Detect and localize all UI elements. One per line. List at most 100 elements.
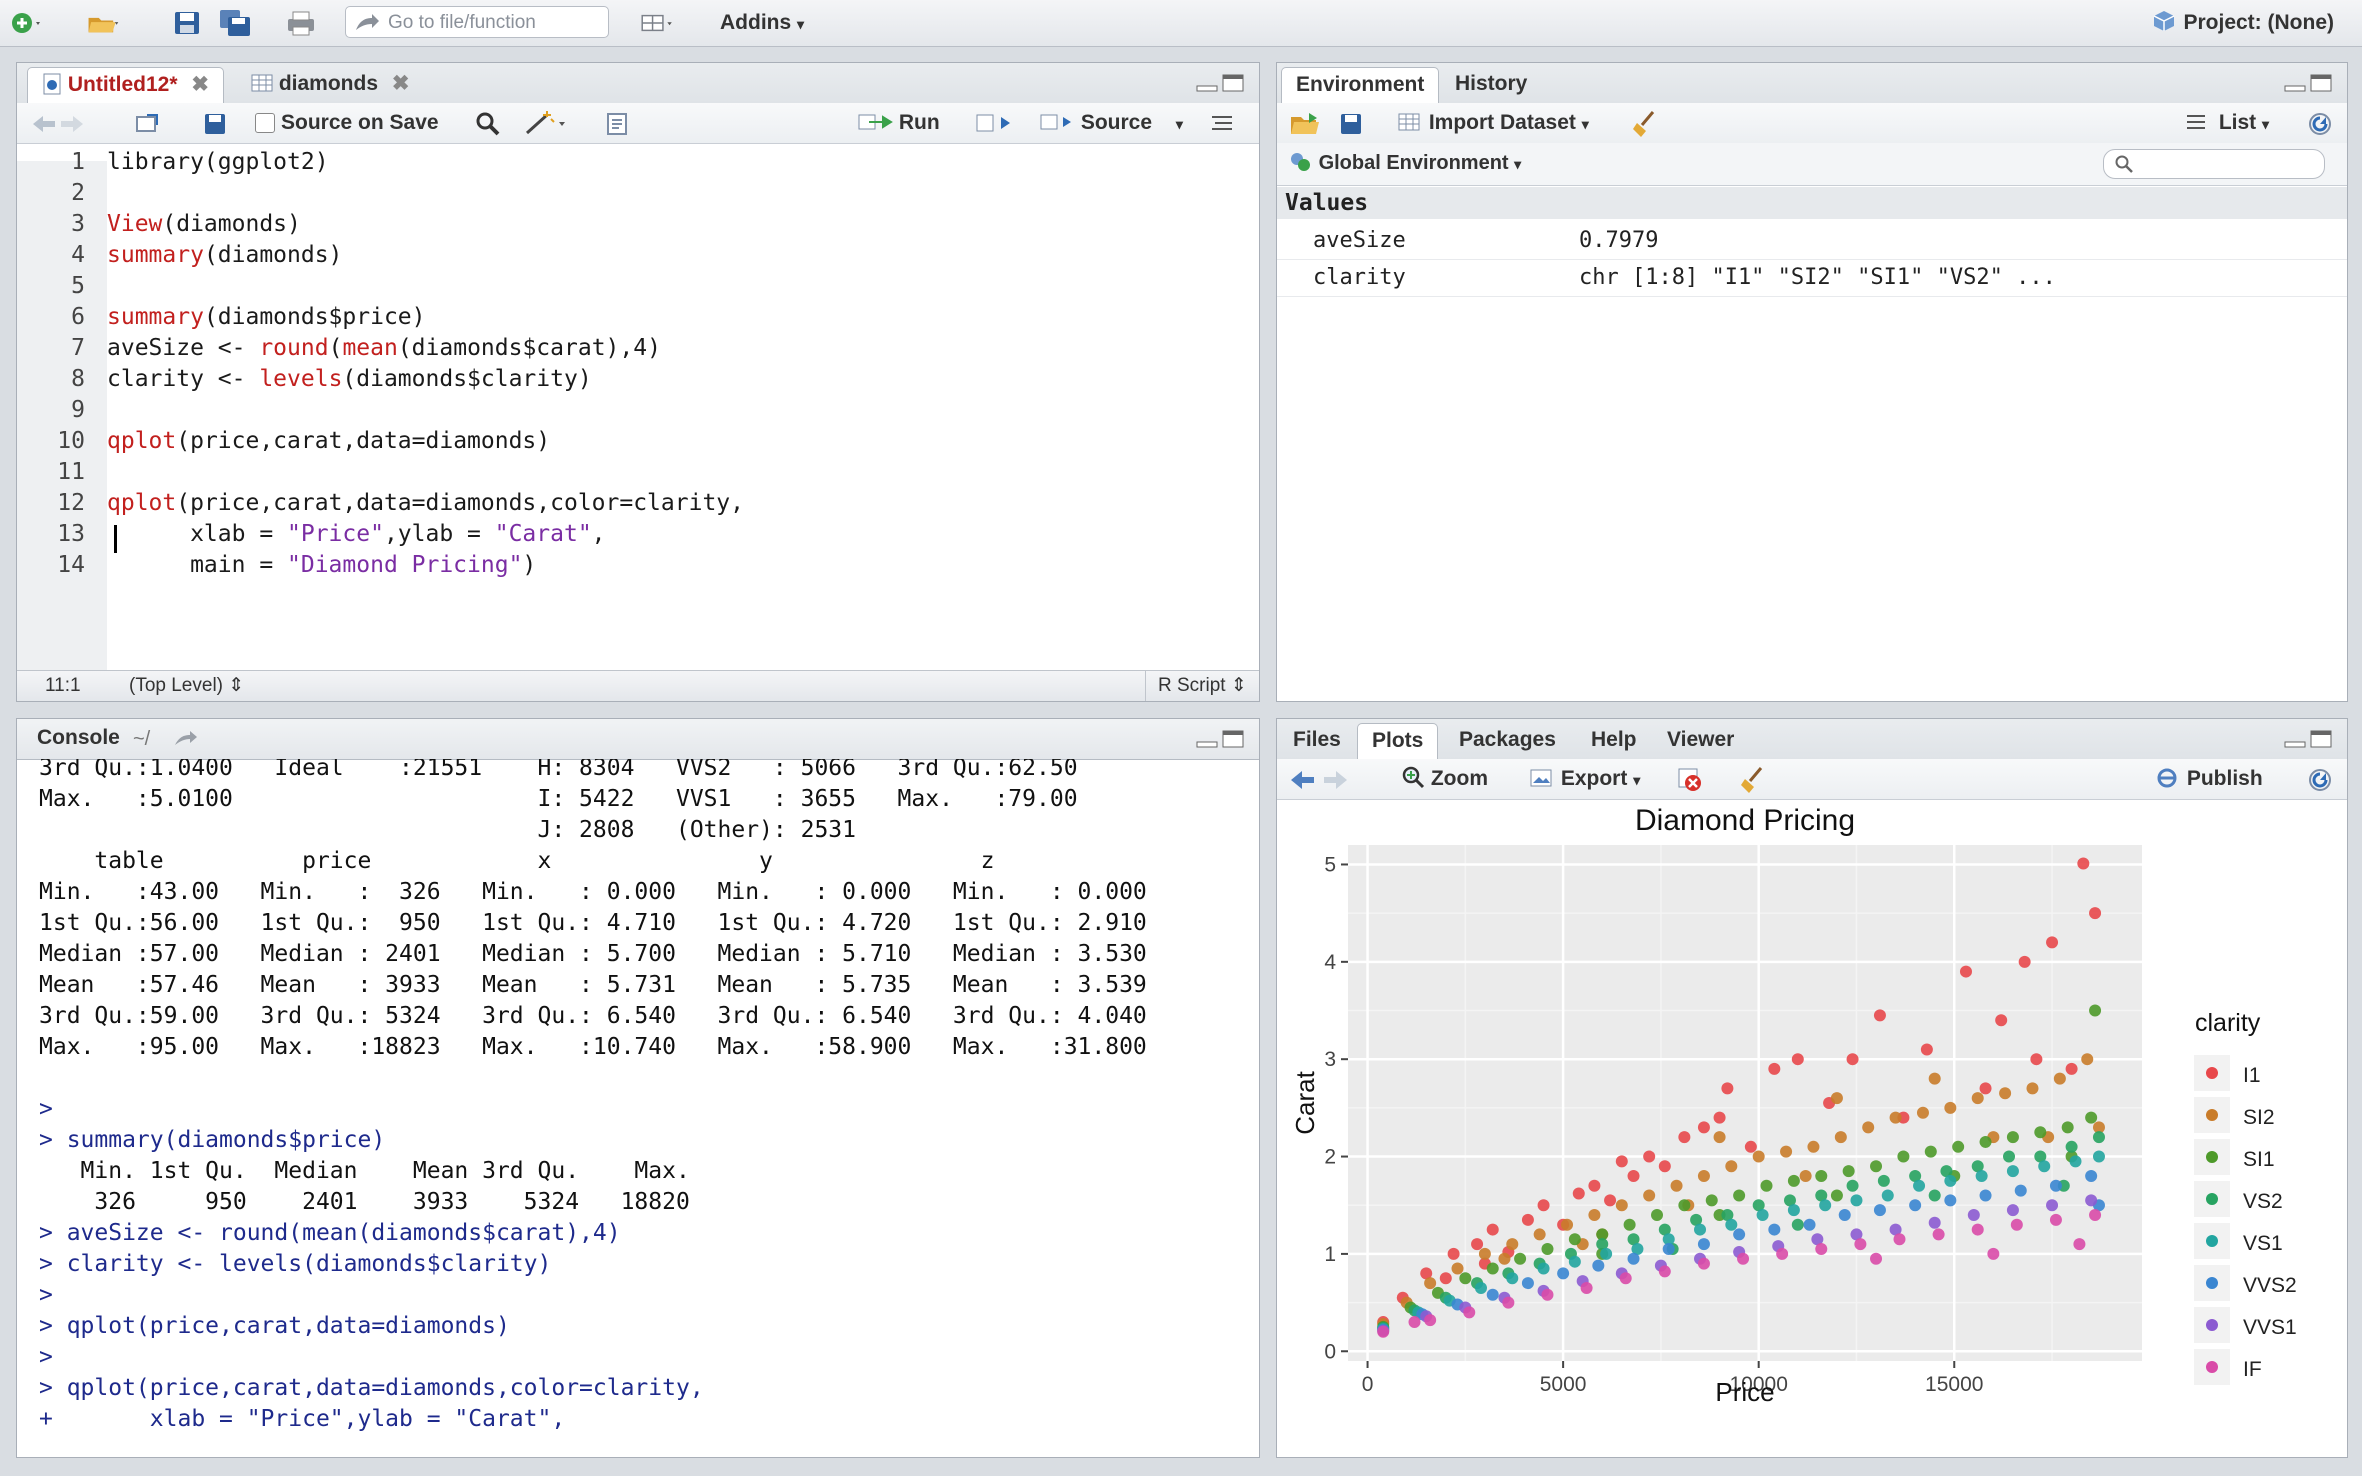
code-line[interactable]: 3 View(diamonds): [17, 209, 1259, 240]
data-point: [1486, 1288, 1499, 1301]
outline-menu-icon[interactable]: [1209, 113, 1235, 133]
project-label: Project: (None): [2183, 11, 2334, 34]
print-icon[interactable]: [284, 8, 318, 38]
save-icon[interactable]: [170, 8, 204, 38]
project-menu[interactable]: Project: (None): [2151, 8, 2334, 38]
window-controls-icon[interactable]: [1195, 73, 1247, 95]
environment-search-input[interactable]: [2103, 149, 2325, 179]
export-button[interactable]: Export ▾: [1529, 759, 1640, 800]
code-tools-wand-icon[interactable]: [523, 109, 569, 137]
save-all-icon[interactable]: [218, 8, 252, 38]
code-token: ): [522, 552, 537, 578]
data-point: [1678, 1199, 1691, 1212]
load-workspace-icon[interactable]: [1289, 111, 1323, 137]
go-to-file-input[interactable]: Go to file/function: [345, 6, 609, 38]
console-path: ~/: [133, 728, 151, 750]
back-forward-icon[interactable]: [31, 113, 85, 135]
data-point: [1791, 1218, 1804, 1231]
plot-back-forward-icon[interactable]: [1289, 769, 1349, 791]
remove-plot-icon[interactable]: [1677, 767, 1705, 793]
code-line[interactable]: 13 xlab = "Price",ylab = "Carat",: [17, 519, 1259, 550]
tab-diamonds[interactable]: diamonds ✖: [237, 67, 423, 103]
data-point: [1870, 1252, 1883, 1265]
chevron-down-icon[interactable]: ▾: [1176, 116, 1183, 132]
close-icon[interactable]: ✖: [191, 73, 209, 96]
code-line[interactable]: 4 summary(diamonds): [17, 240, 1259, 271]
window-controls-icon[interactable]: [1195, 729, 1247, 751]
code-line[interactable]: 5: [17, 271, 1259, 302]
code-line[interactable]: 11: [17, 457, 1259, 488]
publish-button[interactable]: Publish: [2153, 759, 2263, 799]
tab-help[interactable]: Help: [1577, 723, 1651, 759]
grid-layout-icon[interactable]: [640, 8, 674, 38]
code-line[interactable]: 9: [17, 395, 1259, 426]
code-line[interactable]: 10 qplot(price,carat,data=diamonds): [17, 426, 1259, 457]
zoom-button[interactable]: Zoom: [1401, 759, 1488, 799]
code-line[interactable]: 8 clarity <- levels(diamonds$clarity): [17, 364, 1259, 395]
show-in-window-icon[interactable]: [135, 111, 161, 135]
refresh-icon[interactable]: [2307, 767, 2333, 793]
close-icon[interactable]: ✖: [392, 72, 410, 95]
code-line[interactable]: 12 qplot(price,carat,data=diamonds,color=…: [17, 488, 1259, 519]
y-tick-label: 1: [1324, 1243, 1336, 1266]
code-token: (: [328, 335, 343, 361]
clear-plots-broom-icon[interactable]: [1737, 765, 1767, 795]
tab-label: diamonds: [278, 72, 379, 95]
import-dataset-button[interactable]: Import Dataset ▾: [1397, 103, 1589, 144]
source-button[interactable]: Source ▾: [1039, 103, 1183, 144]
code-area[interactable]: 1 library(ggplot2) 2 3 View(diamonds) 4 summar…: [17, 147, 1259, 671]
code-line[interactable]: 14 main = "Diamond Pricing"): [17, 550, 1259, 581]
chevron-down-icon: ▾: [797, 16, 805, 32]
tab-environment[interactable]: Environment: [1281, 67, 1440, 103]
rerun-icon[interactable]: [975, 111, 1013, 135]
window-controls-icon[interactable]: [2283, 73, 2335, 95]
data-point: [2034, 1126, 2047, 1139]
scope-selector[interactable]: (Top Level) ⇕: [129, 671, 244, 701]
data-point: [2085, 1170, 2098, 1183]
code-line[interactable]: 6 summary(diamonds$price): [17, 302, 1259, 333]
data-point: [2092, 1150, 2105, 1163]
tab-untitled12[interactable]: Untitled12* ✖: [27, 67, 224, 103]
open-folder-icon[interactable]: [86, 8, 120, 38]
zoom-magnifier-icon: [1402, 766, 1425, 789]
line-number: 10: [57, 428, 85, 454]
variable-value: 0.7979: [1579, 228, 1659, 253]
global-environment-menu[interactable]: Global Environment ▾: [1289, 143, 1521, 184]
legend-swatch: [2206, 1235, 2218, 1247]
code-line[interactable]: 2: [17, 178, 1259, 209]
file-type-selector[interactable]: R Script ⇕: [1145, 671, 1247, 701]
addins-menu[interactable]: Addins ▾: [720, 8, 804, 39]
y-tick-label: 4: [1324, 951, 1336, 974]
go-to-directory-icon[interactable]: [173, 729, 199, 749]
env-row-clarity[interactable]: clarity chr [1:8] "I1" "SI2" "SI1" "VS2"…: [1277, 260, 2347, 297]
tab-files[interactable]: Files: [1279, 723, 1355, 759]
save-icon[interactable]: [203, 112, 227, 136]
run-button[interactable]: Run: [857, 103, 940, 143]
code-line[interactable]: 7 aveSize <- round(mean(diamonds$carat),4…: [17, 333, 1259, 364]
data-point: [1721, 1082, 1734, 1095]
list-view-menu[interactable]: List ▾: [2185, 103, 2269, 144]
code-line[interactable]: 1 library(ggplot2): [17, 147, 1259, 178]
refresh-icon[interactable]: [2307, 111, 2333, 137]
clear-broom-icon[interactable]: [1629, 109, 1659, 139]
data-point: [1760, 1179, 1773, 1192]
data-point: [1697, 1121, 1710, 1134]
search-icon[interactable]: [475, 111, 501, 137]
code-text: qplot(price,carat,data=diamonds,color=cl…: [107, 488, 744, 519]
environment-icon: [1291, 153, 1310, 171]
compile-report-icon[interactable]: [605, 112, 629, 136]
data-point: [1463, 1306, 1476, 1319]
source-on-save-checkbox[interactable]: [255, 113, 275, 133]
tab-history[interactable]: History: [1441, 67, 1541, 103]
tab-packages[interactable]: Packages: [1445, 723, 1570, 759]
new-file-icon[interactable]: [8, 8, 42, 38]
window-controls-icon[interactable]: [2283, 729, 2335, 751]
console-output[interactable]: 3rd Qu.:1.0400 Ideal :21551 H: 8304 VVS2…: [17, 759, 1259, 1457]
legend-swatch: [2206, 1277, 2218, 1289]
tab-viewer[interactable]: Viewer: [1653, 723, 1748, 759]
tab-plots[interactable]: Plots: [1357, 723, 1439, 759]
x-tick-label: 5000: [1540, 1373, 1587, 1396]
env-row-avesize[interactable]: aveSize 0.7979: [1277, 223, 2347, 260]
save-workspace-icon[interactable]: [1339, 112, 1363, 136]
code-text: clarity <- levels(diamonds$clarity): [107, 364, 592, 395]
